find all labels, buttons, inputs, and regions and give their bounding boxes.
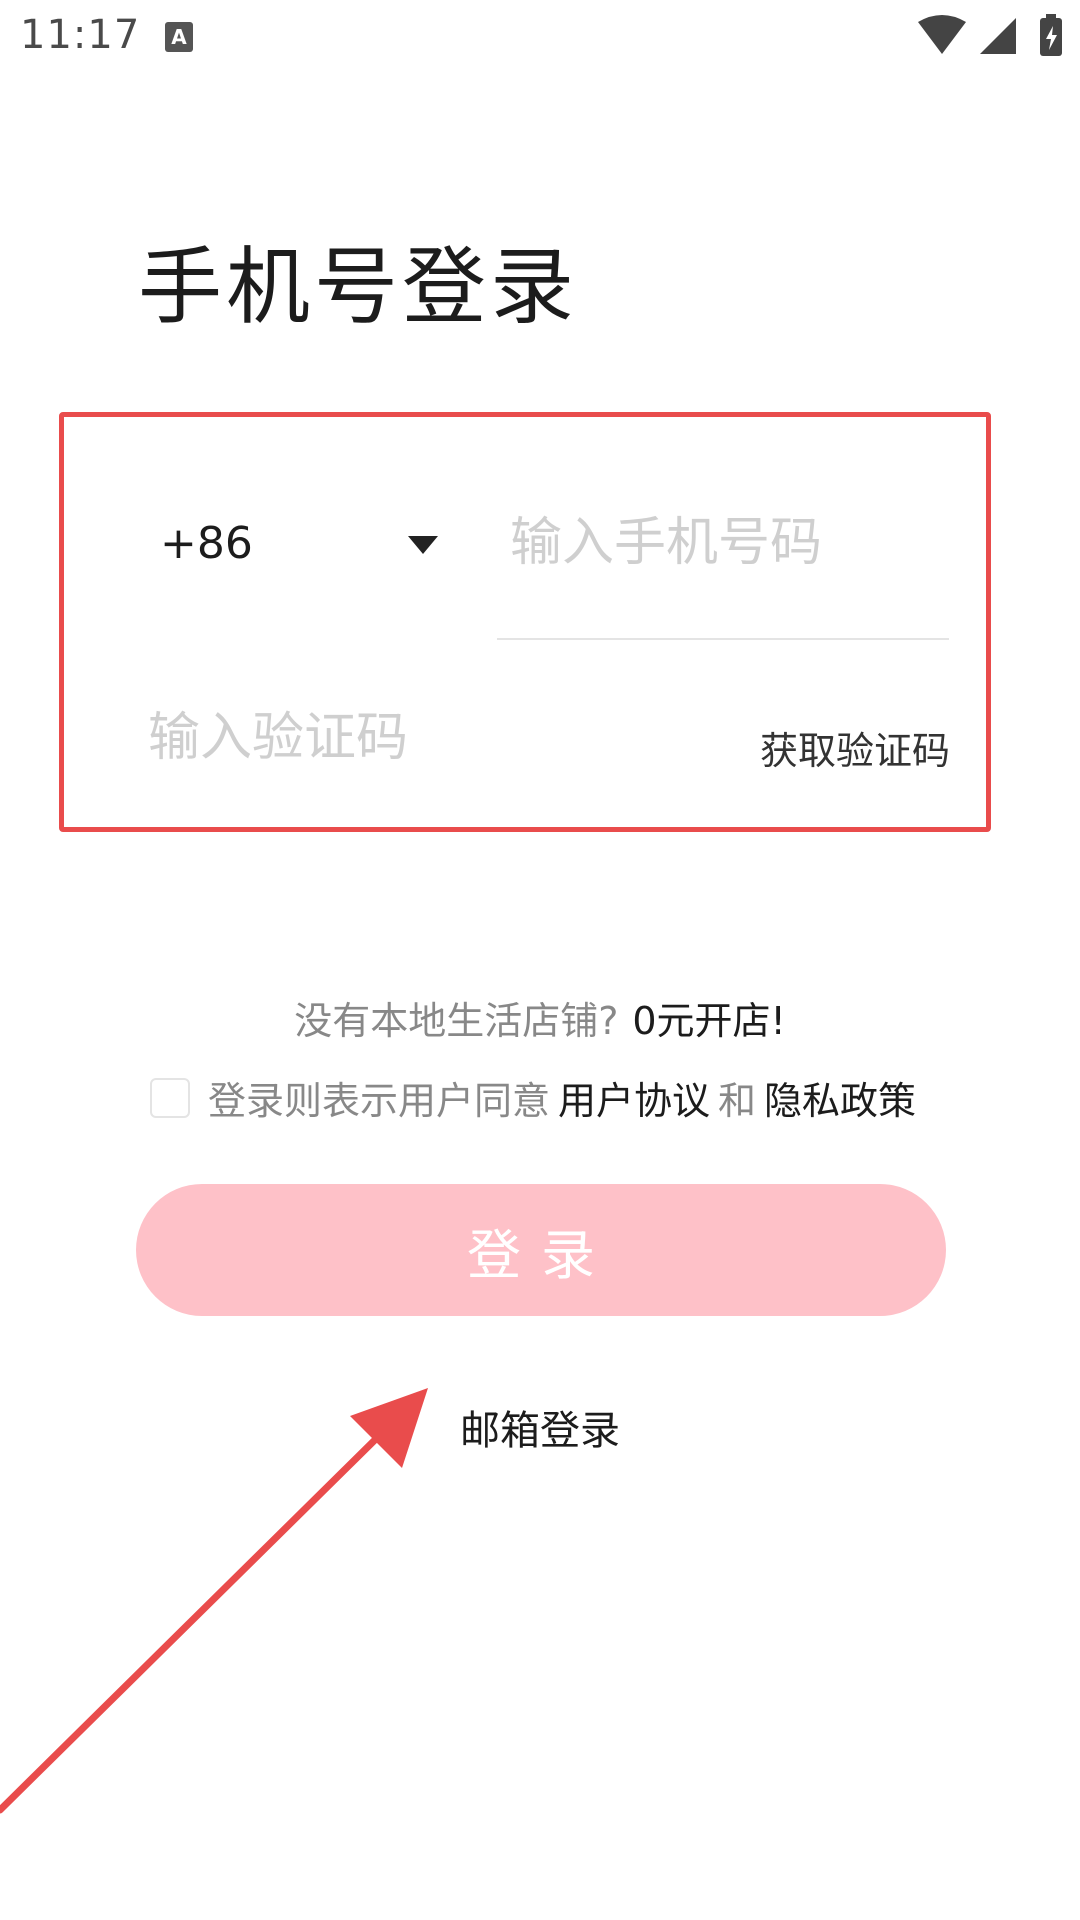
agreement-row: 登录则表示用户同意 用户协议 和 隐私政策 (150, 1070, 924, 1125)
wifi-icon (918, 15, 966, 54)
page-title: 手机号登录 (138, 238, 579, 336)
privacy-policy-link[interactable]: 隐私政策 (764, 1070, 916, 1125)
status-time: 11:17 (20, 12, 141, 58)
phone-underline (497, 638, 949, 640)
status-bar: 11:17 A (0, 0, 1080, 76)
get-code-button[interactable]: 获取验证码 (760, 720, 950, 775)
agreement-checkbox[interactable] (150, 1077, 190, 1118)
store-question: 没有本地生活店铺? (294, 999, 619, 1043)
phone-number-input[interactable] (510, 508, 950, 578)
verification-code-input[interactable] (148, 703, 568, 773)
annotation-arrow-icon (0, 1388, 428, 1814)
agreement-and: 和 (718, 1079, 757, 1123)
open-store-link[interactable]: 0元开店! (632, 999, 785, 1043)
agreement-prefix: 登录则表示用户同意 (208, 1079, 551, 1123)
country-code-selector[interactable]: +86 (160, 518, 253, 569)
status-icons (916, 14, 1066, 58)
signal-icon (980, 18, 1016, 54)
dropdown-triangle-icon[interactable] (408, 536, 438, 554)
login-button[interactable]: 登录 (136, 1184, 946, 1316)
user-agreement-link[interactable]: 用户协议 (558, 1070, 710, 1125)
store-prompt: 没有本地生活店铺? 0元开店! (0, 990, 1080, 1045)
battery-charging-icon (1040, 14, 1062, 56)
notification-a-icon: A (165, 22, 193, 52)
